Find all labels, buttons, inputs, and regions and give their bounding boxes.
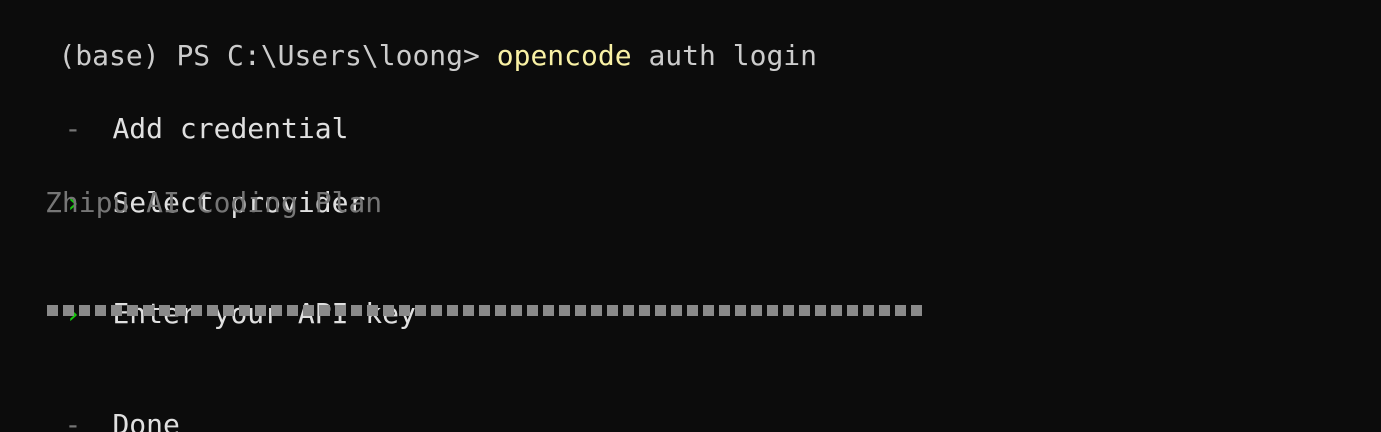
mask-dot: [895, 305, 906, 316]
mask-dot: [639, 305, 650, 316]
mask-dot: [159, 305, 170, 316]
dash-icon: -: [64, 408, 82, 432]
selected-provider-value: Zhipu AI Coding Plan: [45, 186, 383, 219]
mask-dot: [863, 305, 874, 316]
mask-dot: [671, 305, 682, 316]
step-select-provider: › Select provider: [0, 147, 365, 219]
mask-dot: [527, 305, 538, 316]
step-done: - Done: [0, 369, 179, 432]
mask-dot: [431, 305, 442, 316]
mask-dot: [335, 305, 346, 316]
mask-dot: [351, 305, 362, 316]
mask-dot: [703, 305, 714, 316]
mask-dot: [399, 305, 410, 316]
mask-dot: [847, 305, 858, 316]
mask-dot: [95, 305, 106, 316]
mask-dot: [383, 305, 394, 316]
mask-dot: [815, 305, 826, 316]
mask-dot: [495, 305, 506, 316]
mask-dot: [207, 305, 218, 316]
mask-dot: [239, 305, 250, 316]
api-key-masked-value[interactable]: [47, 305, 922, 319]
mask-dot: [47, 305, 58, 316]
mask-dot: [415, 305, 426, 316]
wizard-title-row: - Add credential: [0, 73, 348, 145]
mask-dot: [223, 305, 234, 316]
mask-dot: [63, 305, 74, 316]
mask-dot: [255, 305, 266, 316]
mask-dot: [111, 305, 122, 316]
wizard-title: Add credential: [112, 112, 349, 145]
mask-dot: [687, 305, 698, 316]
mask-dot: [319, 305, 330, 316]
mask-dot: [911, 305, 922, 316]
mask-dot: [175, 305, 186, 316]
mask-dot: [735, 305, 746, 316]
dash-icon: -: [64, 112, 82, 145]
command-args: auth login: [631, 39, 818, 72]
command-line: (base) PS C:\Users\loong> opencode auth …: [0, 0, 817, 72]
mask-dot: [367, 305, 378, 316]
mask-dot: [79, 305, 90, 316]
mask-dot: [287, 305, 298, 316]
mask-dot: [591, 305, 602, 316]
mask-dot: [543, 305, 554, 316]
terminal-window[interactable]: (base) PS C:\Users\loong> opencode auth …: [0, 0, 1381, 432]
mask-dot: [831, 305, 842, 316]
mask-dot: [751, 305, 762, 316]
mask-dot: [607, 305, 618, 316]
mask-dot: [511, 305, 522, 316]
mask-dot: [655, 305, 666, 316]
command-name: opencode: [496, 39, 632, 72]
done-label: Done: [112, 408, 180, 432]
mask-dot: [623, 305, 634, 316]
mask-dot: [191, 305, 202, 316]
mask-dot: [303, 305, 314, 316]
mask-dot: [479, 305, 490, 316]
mask-dot: [463, 305, 474, 316]
mask-dot: [783, 305, 794, 316]
mask-dot: [143, 305, 154, 316]
mask-dot: [767, 305, 778, 316]
mask-dot: [879, 305, 890, 316]
mask-dot: [127, 305, 138, 316]
mask-dot: [799, 305, 810, 316]
mask-dot: [575, 305, 586, 316]
mask-dot: [559, 305, 570, 316]
mask-dot: [447, 305, 458, 316]
mask-dot: [719, 305, 730, 316]
step-api-key: ›Enter your API key: [0, 258, 415, 330]
shell-prompt: (base) PS C:\Users\loong>: [58, 39, 497, 72]
mask-dot: [271, 305, 282, 316]
